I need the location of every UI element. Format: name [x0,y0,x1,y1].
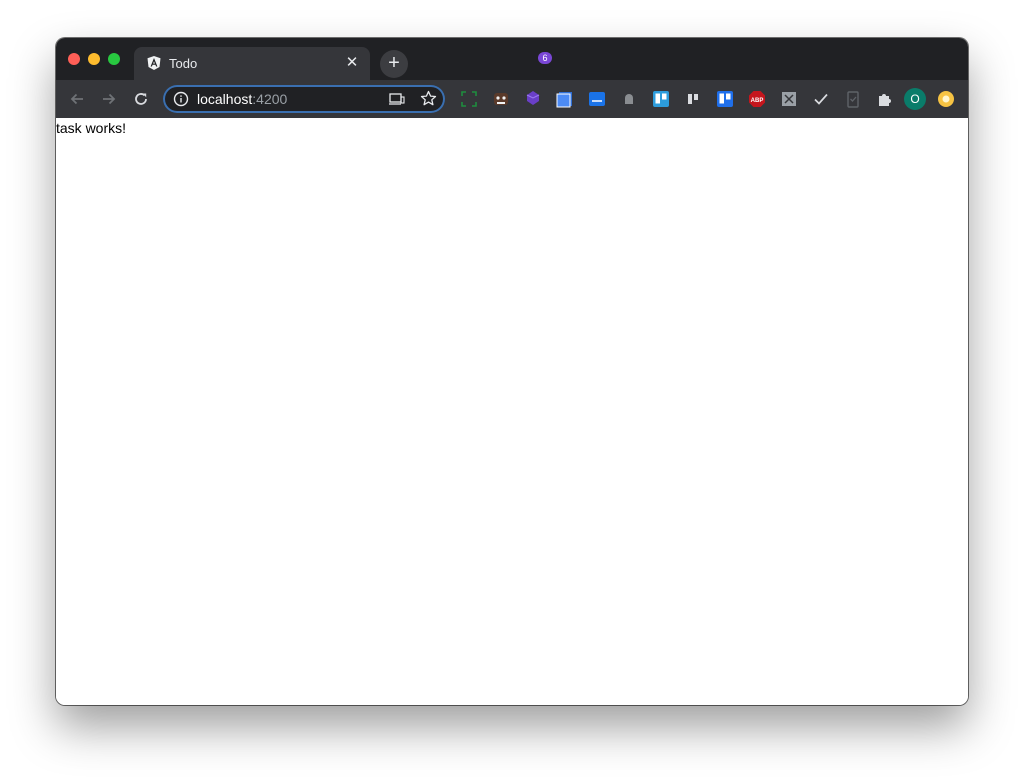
cast-icon[interactable] [389,92,405,106]
analytics-extension-icon[interactable] [588,90,606,108]
browser-window: Todo ✕ + localhost:4200 ABP O task works… [56,38,968,705]
forward-arrow-icon[interactable] [100,90,118,108]
trello-board-extension-icon[interactable] [716,90,734,108]
clipboard-extension-icon[interactable] [844,90,862,108]
info-icon[interactable] [173,91,189,107]
close-tab-icon[interactable]: ✕ [344,55,360,71]
ghost-extension-icon[interactable] [620,90,638,108]
tab-todo[interactable]: Todo ✕ [134,47,370,80]
angular-icon [147,56,161,70]
url-host: localhost [197,91,253,107]
new-tab-button[interactable]: + [380,50,408,78]
extensions-puzzle-icon[interactable] [876,90,894,108]
docs-extension-icon[interactable] [556,90,574,108]
address-bar[interactable]: localhost:4200 [163,85,445,113]
reload-icon[interactable] [132,90,150,108]
adblock-plus-icon[interactable]: ABP [748,90,766,108]
title-bar: Todo ✕ + [56,38,968,80]
profile-avatar[interactable]: O [904,88,926,110]
extension-badge: 6 [538,52,552,64]
image-extension-icon[interactable] [780,90,798,108]
bookmark-star-icon[interactable] [420,90,437,107]
smiley-extension-icon[interactable] [937,90,955,108]
svg-text:ABP: ABP [751,98,764,104]
page-text: task works! [56,120,127,136]
page-content: task works! [56,118,968,705]
screenshot-extension-icon[interactable] [460,90,478,108]
trello-extension-icon[interactable] [652,90,670,108]
mask-extension-icon[interactable] [492,90,510,108]
back-arrow-icon[interactable] [68,90,86,108]
close-window-button[interactable] [68,53,80,65]
minimize-window-button[interactable] [88,53,100,65]
checkmark-extension-icon[interactable] [812,90,830,108]
browser-toolbar: localhost:4200 ABP O [56,80,968,118]
url-port: :4200 [252,91,288,107]
gem-extension-icon[interactable] [524,90,542,108]
tab-title: Todo [169,56,198,71]
maximize-window-button[interactable] [108,53,120,65]
board-extension-icon[interactable] [684,90,702,108]
url-text: localhost:4200 [197,91,287,107]
